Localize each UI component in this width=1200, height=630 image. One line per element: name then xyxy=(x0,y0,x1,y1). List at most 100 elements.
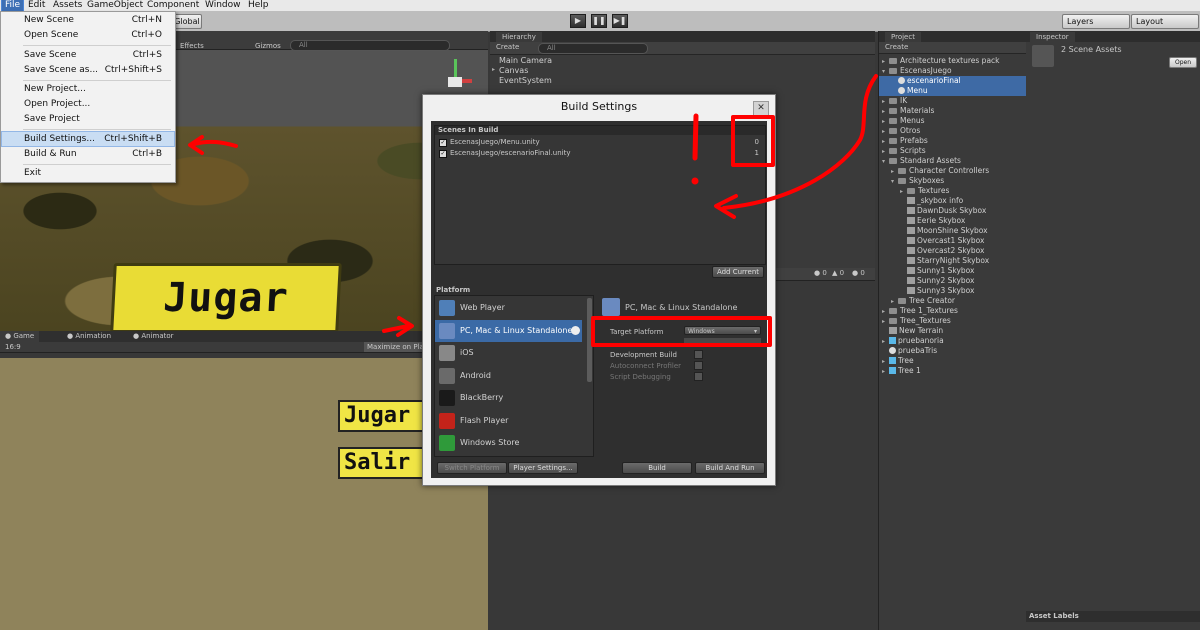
tab-hierarchy[interactable]: Hierarchy xyxy=(496,32,542,42)
close-button[interactable]: ✕ xyxy=(753,101,769,116)
menu-item-open-scene[interactable]: Open Scene Ctrl+O xyxy=(2,28,174,42)
play-button[interactable]: ▶ xyxy=(570,14,586,28)
active-platform-unity-icon xyxy=(571,325,580,335)
project-item-label: MoonShine Skybox xyxy=(917,226,988,235)
menu-file[interactable]: File xyxy=(0,0,25,12)
unity-icon xyxy=(898,77,905,84)
effects-dropdown[interactable]: Effects xyxy=(180,42,204,50)
platform-item[interactable]: PC, Mac & Linux Standalone xyxy=(435,319,582,342)
texture-icon xyxy=(907,207,915,214)
menu-assets[interactable]: Assets xyxy=(50,0,85,11)
scene-checkbox[interactable]: ✓ xyxy=(439,139,447,147)
menu-edit[interactable]: Edit xyxy=(25,0,48,11)
project-item[interactable]: Sunny2 Skybox xyxy=(900,276,974,286)
project-item[interactable]: pruebaTris xyxy=(882,346,937,356)
menu-bar: File Edit Assets GameObject Component Wi… xyxy=(0,0,1200,12)
menu-item-save-scene[interactable]: Save Scene Ctrl+S xyxy=(2,48,174,62)
project-item[interactable]: DawnDusk Skybox xyxy=(900,206,986,216)
menu-window[interactable]: Window xyxy=(202,0,244,11)
menu-gameobject[interactable]: GameObject xyxy=(84,0,146,11)
tab-animation[interactable]: ● Animation xyxy=(62,331,116,342)
build-button[interactable]: Build xyxy=(622,462,692,474)
tab-animator[interactable]: ● Animator xyxy=(128,331,179,342)
project-item-label: Menus xyxy=(900,116,925,125)
console-errors-count[interactable]: ● 0 xyxy=(814,269,827,277)
project-item-label: Sunny3 Skybox xyxy=(917,286,975,295)
project-item[interactable]: Menu xyxy=(879,86,1036,96)
pause-button[interactable]: ❚❚ xyxy=(591,14,607,28)
menu-item-exit[interactable]: Exit xyxy=(2,166,174,180)
project-item[interactable]: escenarioFinal xyxy=(879,76,1036,86)
layout-dropdown[interactable]: Layout xyxy=(1131,14,1199,29)
hierarchy-item[interactable]: EventSystem xyxy=(499,76,552,85)
scene-row[interactable]: ✓ EscenasJuego/escenarioFinal.unity 1 xyxy=(439,149,761,158)
console-warnings-count[interactable]: ▲ 0 xyxy=(832,269,844,277)
platform-item[interactable]: Web Player xyxy=(435,297,582,319)
hierarchy-search-input[interactable]: All xyxy=(538,43,648,54)
hierarchy-item[interactable]: Main Camera xyxy=(499,56,552,65)
step-button[interactable]: ▶❚ xyxy=(612,14,628,28)
project-item-label: Standard Assets xyxy=(900,156,961,165)
hierarchy-create-dropdown[interactable]: Create xyxy=(496,43,519,51)
tab-project[interactable]: Project xyxy=(885,32,921,42)
scenes-in-build-list: Scenes In Build ✓ EscenasJuego/Menu.unity… xyxy=(434,125,766,265)
build-and-run-button[interactable]: Build And Run xyxy=(695,462,765,474)
layers-dropdown[interactable]: Layers xyxy=(1062,14,1130,29)
expand-icon[interactable]: ▾ xyxy=(882,157,889,167)
platform-item[interactable]: Windows Store xyxy=(435,432,582,454)
project-create-dropdown[interactable]: Create xyxy=(885,43,908,51)
autoconnect-profiler-toggle[interactable] xyxy=(694,361,703,370)
target-platform-dropdown[interactable]: Windows ▾ xyxy=(684,326,761,335)
scene-gizmo-icon[interactable] xyxy=(440,59,472,99)
project-item[interactable]: New Terrain xyxy=(882,326,943,336)
scene-checkbox[interactable]: ✓ xyxy=(439,150,447,158)
project-item[interactable]: ▸ Tree 1 xyxy=(882,366,921,377)
menu-component[interactable]: Component xyxy=(144,0,202,11)
scene-search-input[interactable]: All xyxy=(290,40,450,51)
game-view[interactable]: Jugar Salir xyxy=(0,358,488,630)
aspect-dropdown[interactable]: 16:9 xyxy=(5,342,21,352)
project-item[interactable]: _skybox info xyxy=(900,196,963,206)
platform-item[interactable]: BlackBerry xyxy=(435,387,582,409)
project-item[interactable]: Overcast2 Skybox xyxy=(900,246,984,256)
development-build-toggle[interactable] xyxy=(694,350,703,359)
platform-item[interactable]: Flash Player xyxy=(435,410,582,432)
platform-item[interactable]: Android xyxy=(435,365,582,387)
expand-icon[interactable]: ▸ xyxy=(492,66,495,73)
tab-game[interactable]: ● Game xyxy=(0,331,40,342)
scene-row[interactable]: ✓ EscenasJuego/Menu.unity 0 xyxy=(439,138,761,147)
project-item[interactable]: Overcast1 Skybox xyxy=(900,236,984,246)
global-toggle[interactable]: Global xyxy=(172,14,202,29)
menu-item-save-project[interactable]: Save Project xyxy=(2,112,174,126)
menu-item-new-project[interactable]: New Project... xyxy=(2,82,174,96)
unity-logo-icon xyxy=(1032,45,1054,67)
menu-item-open-project[interactable]: Open Project... xyxy=(2,97,174,111)
script-debugging-toggle[interactable] xyxy=(694,372,703,381)
switch-platform-button[interactable]: Switch Platform xyxy=(437,462,507,474)
player-settings-button[interactable]: Player Settings... xyxy=(508,462,578,474)
project-item-label: Menu xyxy=(907,86,928,95)
menu-help[interactable]: Help xyxy=(245,0,272,11)
menu-item-new-scene[interactable]: New Scene Ctrl+N xyxy=(2,13,174,27)
project-item[interactable]: MoonShine Skybox xyxy=(900,226,988,236)
add-current-button[interactable]: Add Current xyxy=(712,266,764,278)
console-messages-count[interactable]: ● 0 xyxy=(852,269,865,277)
menu-item-save-scene-as[interactable]: Save Scene as... Ctrl+Shift+S xyxy=(2,63,174,77)
expand-icon[interactable]: ▸ xyxy=(882,367,889,377)
menu-item-build-and-run[interactable]: Build & Run Ctrl+B xyxy=(2,147,174,161)
architecture-dropdown[interactable] xyxy=(684,338,761,343)
project-item[interactable]: Eerie Skybox xyxy=(900,216,965,226)
tab-inspector[interactable]: Inspector xyxy=(1030,32,1075,42)
jugar-sign[interactable]: Jugar xyxy=(110,263,342,331)
platform-list-scrollbar[interactable] xyxy=(587,298,592,382)
open-button[interactable]: Open xyxy=(1169,57,1197,68)
project-item[interactable]: StarryNight Skybox xyxy=(900,256,989,266)
platform-item[interactable]: iOS xyxy=(435,342,582,364)
gizmos-dropdown[interactable]: Gizmos xyxy=(255,42,281,50)
project-item[interactable]: Sunny1 Skybox xyxy=(900,266,974,276)
maximize-on-play-toggle[interactable]: Maximize on Play xyxy=(364,342,431,352)
menu-item-build-settings[interactable]: Build Settings... Ctrl+Shift+B xyxy=(1,131,175,147)
hierarchy-item[interactable]: ▸ Canvas xyxy=(492,66,528,75)
project-item[interactable]: Sunny3 Skybox xyxy=(900,286,974,296)
expand-icon[interactable]: ▾ xyxy=(891,177,898,187)
